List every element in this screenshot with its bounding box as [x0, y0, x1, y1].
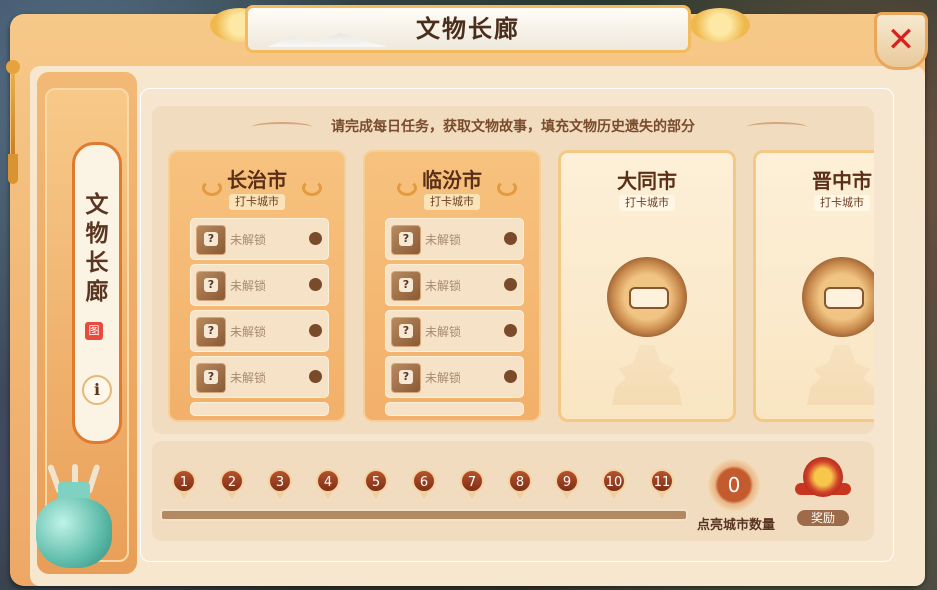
close-icon[interactable]: ✕	[877, 15, 925, 65]
progress-node: 8	[508, 469, 532, 499]
artifact-slot-partial	[190, 402, 329, 416]
pagoda-decoration	[612, 345, 682, 405]
reward-chest-icon[interactable]	[795, 453, 851, 505]
lock-icon[interactable]	[802, 257, 874, 337]
artifact-slot[interactable]: ? 未解锁	[190, 218, 329, 260]
jar-decoration	[36, 463, 112, 568]
artifact-slot[interactable]: ? 未解锁	[190, 310, 329, 352]
pagoda-decoration	[807, 345, 874, 405]
question-icon: ?	[391, 363, 421, 393]
progress-node: 11	[650, 469, 674, 499]
seal-icon: 图	[85, 322, 103, 340]
checkin-tag: 打卡城市	[814, 195, 870, 211]
info-icon[interactable]: i	[82, 375, 112, 405]
city-card-locked[interactable]: 大同市 打卡城市	[558, 150, 736, 422]
progress-node: 3	[268, 469, 292, 499]
city-name: 晋中市	[812, 169, 872, 193]
artifact-slot-partial	[385, 402, 524, 416]
cloud-ornament-right	[690, 8, 750, 42]
progress-node: 2	[220, 469, 244, 499]
progress-area: 1 2 3 4 5 6 7 8 9 10 11 0 点亮城市数量 奖励	[152, 441, 874, 541]
cards-area: 请完成每日任务，获取文物故事，填充文物历史遗失的部分 长治市 打卡城市 ? 未解锁…	[152, 106, 874, 434]
reward-button[interactable]: 奖励	[797, 510, 849, 526]
page-title-text: 文物长廊	[416, 15, 520, 43]
tassel-decoration	[6, 60, 20, 190]
artifact-slot[interactable]: ? 未解锁	[190, 356, 329, 398]
checkin-tag: 打卡城市	[229, 194, 285, 210]
lit-city-count: 0	[708, 459, 760, 511]
artifact-slot[interactable]: ? 未解锁	[385, 356, 524, 398]
page-title: 文物长廊	[245, 5, 691, 53]
progress-node: 9	[555, 469, 579, 499]
city-name: 长治市	[227, 168, 287, 192]
city-card-locked[interactable]: 晋中市 打卡城市	[753, 150, 874, 422]
progress-node: 10	[602, 469, 626, 499]
mountain-decoration	[268, 32, 388, 47]
question-icon: ?	[196, 363, 226, 393]
artifact-slot[interactable]: ? 未解锁	[190, 264, 329, 306]
sidebar-vertical-title: 文 物 长 廊	[85, 192, 109, 305]
artifact-slot[interactable]: ? 未解锁	[385, 218, 524, 260]
city-name: 大同市	[617, 169, 677, 193]
checkin-tag: 打卡城市	[619, 195, 675, 211]
question-icon: ?	[196, 225, 226, 255]
lit-city-count-label: 点亮城市数量	[696, 518, 775, 533]
city-card[interactable]: 临汾市 打卡城市 ? 未解锁 ? 未解锁 ? 未解锁 ? 未解锁	[363, 150, 541, 422]
progress-node: 7	[460, 469, 484, 499]
question-icon: ?	[391, 271, 421, 301]
sidebar-scroll: 文 物 长 廊 图 i	[72, 142, 122, 444]
close-button[interactable]: ✕	[874, 12, 928, 70]
artifact-slot[interactable]: ? 未解锁	[385, 264, 524, 306]
progress-node: 5	[364, 469, 388, 499]
progress-node: 1	[172, 469, 196, 499]
lock-icon[interactable]	[607, 257, 687, 337]
checkin-tag: 打卡城市	[424, 194, 480, 210]
progress-node: 4	[316, 469, 340, 499]
progress-bar	[160, 509, 688, 521]
city-name: 临汾市	[422, 168, 482, 192]
progress-node: 6	[412, 469, 436, 499]
question-icon: ?	[391, 225, 421, 255]
artifact-slot[interactable]: ? 未解锁	[385, 310, 524, 352]
question-icon: ?	[196, 271, 226, 301]
question-icon: ?	[391, 317, 421, 347]
question-icon: ?	[196, 317, 226, 347]
city-card[interactable]: 长治市 打卡城市 ? 未解锁 ? 未解锁 ? 未解锁 ? 未解锁	[168, 150, 346, 422]
